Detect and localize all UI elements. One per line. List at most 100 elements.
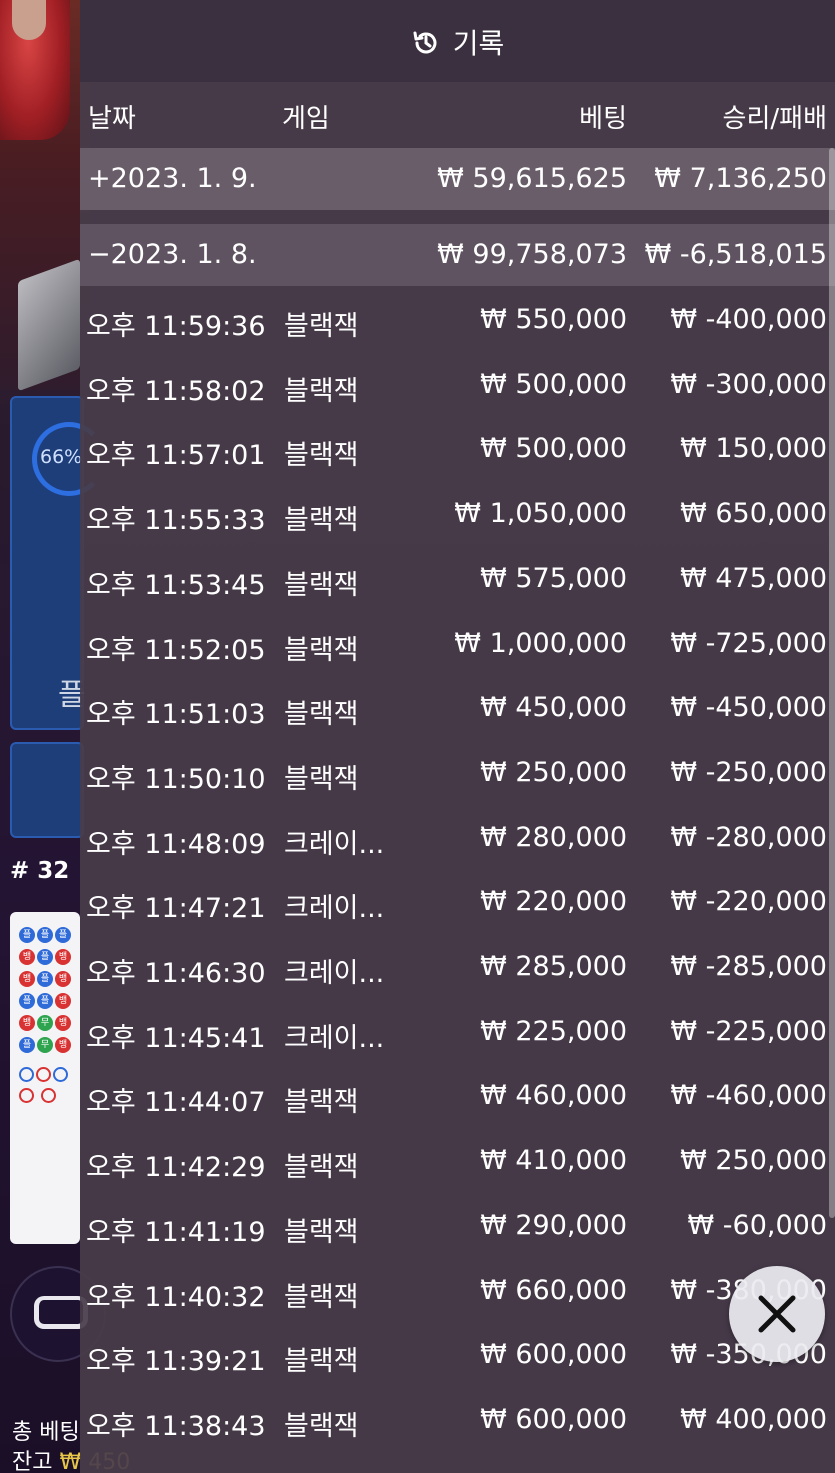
entry-game: 블랙잭 [284,1152,359,1184]
balance-currency: ₩ [59,1450,82,1473]
close-button[interactable] [729,1266,825,1362]
balance-label: 잔고 [12,1450,53,1473]
entry-win-loss: ₩ -250,000 [670,756,827,788]
roadmap-dot: 뱅 [55,993,71,1009]
entry-win-loss: ₩ -220,000 [670,886,827,918]
panel-title-wrap: 기록 [80,22,835,62]
entry-win-loss: ₩ 650,000 [680,498,827,530]
roadmap-dot: 플 [37,971,53,987]
day-bet-total: ₩ 59,615,625 [437,163,627,194]
history-entry-row[interactable]: 오후 11:58:02 블랙잭 ₩ 500,000 ₩ -300,000 [80,359,835,423]
panel-title: 기록 [452,27,505,60]
entry-time: 오후 11:45:41 [86,1022,266,1054]
entry-bet: ₩ 1,000,000 [454,627,627,659]
history-entry-row[interactable]: 오후 11:55:33 블랙잭 ₩ 1,050,000 ₩ 650,000 [80,488,835,552]
entry-bet: ₩ 1,050,000 [454,498,627,530]
roadmap-dot: 플 [37,993,53,1009]
roadmap-ring [41,1088,57,1103]
column-header-bet: 베팅 [579,104,627,134]
day-summary-row[interactable]: +2023. 1. 9. ₩ 59,615,625 ₩ 7,136,250 [80,148,835,210]
day-date: −2023. 1. 8. [88,239,257,270]
entry-time: 오후 11:40:32 [86,1281,266,1313]
entry-bet: ₩ 575,000 [480,562,627,594]
history-entry-row[interactable]: 오후 11:44:07 블랙잭 ₩ 460,000 ₩ -460,000 [80,1070,835,1134]
roadmap-dot: 플 [55,927,71,943]
history-entry-row[interactable]: 오후 11:45:41 크레이... ₩ 225,000 ₩ -225,000 [80,1006,835,1070]
entry-time: 오후 11:50:10 [86,763,266,795]
panel-header: 기록 [80,0,835,82]
day-summary-row[interactable]: −2023. 1. 8. ₩ 99,758,073 ₩ -6,518,015 [80,224,835,286]
roadmap-dot: 플 [19,927,35,943]
entry-time: 오후 11:52:05 [86,634,266,666]
entry-game: 블랙잭 [284,1346,359,1378]
entry-win-loss: ₩ 400,000 [680,1403,827,1435]
entry-game: 블랙잭 [284,699,359,731]
entry-win-loss: ₩ 250,000 [680,1145,827,1177]
history-entry-row[interactable]: 오후 11:39:21 블랙잭 ₩ 600,000 ₩ -350,000 [80,1329,835,1393]
entry-time: 오후 11:44:07 [86,1087,266,1119]
entry-bet: ₩ 220,000 [480,886,627,918]
side-action-button[interactable] [10,742,84,838]
history-entry-row[interactable]: 오후 11:41:19 블랙잭 ₩ 290,000 ₩ -60,000 [80,1200,835,1264]
entry-bet: ₩ 600,000 [480,1403,627,1435]
history-entry-row[interactable]: 오후 11:57:01 블랙잭 ₩ 500,000 ₩ 150,000 [80,423,835,487]
roadmap-dot: 뱅 [55,971,71,987]
roadmap-dot: 뱅 [55,1015,71,1031]
entry-time: 오후 11:53:45 [86,569,266,601]
history-entry-row[interactable]: 오후 11:50:10 블랙잭 ₩ 250,000 ₩ -250,000 [80,747,835,811]
entry-bet: ₩ 500,000 [480,368,627,400]
history-entry-row[interactable]: 오후 11:59:36 블랙잭 ₩ 550,000 ₩ -400,000 [80,294,835,358]
entry-game: 크레이... [284,958,385,989]
entry-bet: ₩ 250,000 [480,756,627,788]
day-win-total: ₩ 7,136,250 [654,163,827,194]
entry-time: 오후 11:59:36 [86,311,266,342]
entry-game: 블랙잭 [284,569,359,601]
history-entry-row[interactable]: 오후 11:40:32블랙잭₩ 660,000₩ -380,000 [80,1265,835,1329]
roadmap-dot: 뱅 [19,949,35,965]
history-entry-row[interactable]: 오후 11:52:05 블랙잭 ₩ 1,000,000 ₩ -725,000 [80,618,835,682]
entry-bet: ₩ 290,000 [480,1209,627,1241]
day-date: +2023. 1. 9. [88,163,257,194]
history-entry-row[interactable]: 오후 11:51:03 블랙잭 ₩ 450,000 ₩ -450,000 [80,682,835,746]
entry-time: 오후 11:58:02 [86,375,266,407]
entry-game: 블랙잭 [284,505,359,537]
roadmap-ring [19,1088,34,1103]
roadmap-ring [36,1067,51,1082]
roadmap-dot: 무 [37,1037,53,1053]
entry-win-loss: ₩ -225,000 [670,1015,827,1047]
entry-game: 블랙잭 [284,634,359,666]
entry-game: 블랙잭 [284,1087,359,1119]
entry-win-loss: ₩ -460,000 [670,1080,827,1112]
history-entry-row[interactable]: 오후 11:42:29 블랙잭 ₩ 410,000 ₩ 250,000 [80,1135,835,1199]
entry-game: 크레이... [284,828,385,860]
roadmap-dot: 플 [37,927,53,943]
entry-win-loss: ₩ -60,000 [687,1209,828,1241]
roadmap-dot: 뱅 [55,1037,71,1053]
entry-game: 크레이... [284,893,385,925]
entry-game: 블랙잭 [284,1216,359,1248]
history-entry-row[interactable]: 오후 11:53:45 블랙잭 ₩ 575,000 ₩ 475,000 [80,553,835,617]
entry-bet: ₩ 285,000 [480,951,627,982]
entry-bet: ₩ 550,000 [480,304,627,335]
round-number: # 32 [10,858,70,884]
roadmap-ring [19,1067,34,1082]
roadmap-dot: 플 [19,1037,35,1053]
history-entry-row[interactable]: 오후 11:46:30 크레이... ₩ 285,000 ₩ -285,000 [80,941,835,1005]
entry-bet: ₩ 660,000 [480,1274,627,1306]
entry-win-loss: ₩ -285,000 [670,951,827,982]
entry-win-loss: ₩ -300,000 [670,368,827,400]
roadmap-dot: 무 [37,1015,53,1031]
history-entry-row[interactable]: 오후 11:38:43 블랙잭 ₩ 600,000 ₩ 400,000 [80,1394,835,1458]
history-entry-row[interactable]: 오후 11:47:21 크레이... ₩ 220,000 ₩ -220,000 [80,876,835,940]
entry-bet: ₩ 600,000 [480,1339,627,1371]
entry-time: 오후 11:51:03 [86,699,266,731]
entry-time: 오후 11:41:19 [86,1216,266,1248]
entry-bet: ₩ 450,000 [480,692,627,724]
entry-game: 블랙잭 [284,1410,359,1442]
entry-win-loss: ₩ -280,000 [670,821,827,853]
history-entry-row[interactable]: 오후 11:48:09 크레이... ₩ 280,000 ₩ -280,000 [80,812,835,876]
scrollbar[interactable] [829,148,835,1218]
entry-win-loss: ₩ -725,000 [670,627,827,659]
screen: 66% 플 # 32 플플플 뱅플뱅 뱅플뱅 플플뱅 뱅무뱅 플무뱅 총 베팅 [0,0,835,1473]
dealer-head [12,0,46,40]
